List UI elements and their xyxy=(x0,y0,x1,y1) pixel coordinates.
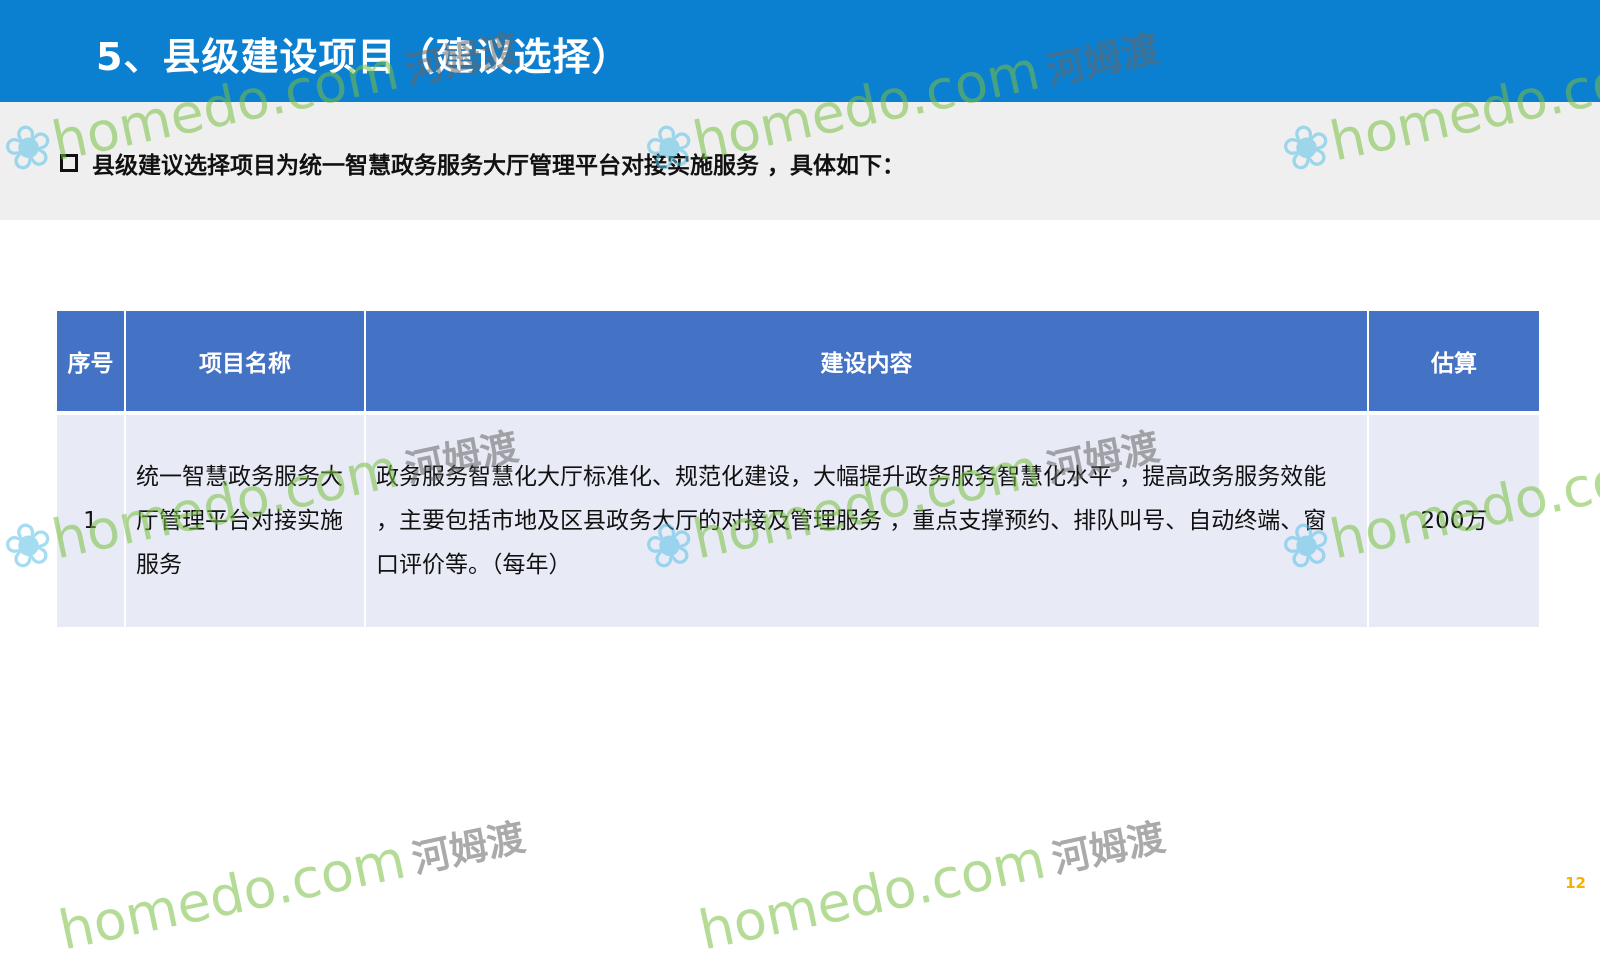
flower-logo-icon: ❀ xyxy=(0,506,61,586)
cell-content: 政务服务智慧化大厅标准化、规范化建设，大幅提升政务服务智慧化水平 ，提高政务服务… xyxy=(365,413,1369,627)
cell-index: 1 xyxy=(57,413,126,627)
watermark: homedo.com河姆渡 xyxy=(693,814,1169,962)
square-bullet-icon xyxy=(60,154,78,172)
title-bar: 5、县级建设项目（建议选择） xyxy=(0,0,1600,102)
table-header-row: 序号 项目名称 建设内容 估算 xyxy=(57,311,1539,415)
intro-text: 县级建议选择项目为统一智慧政务服务大厅管理平台对接实施服务 ，具体如下： xyxy=(92,153,906,179)
project-table: 序号 项目名称 建设内容 估算 1 统一智慧政务服务大厅管理平台对接实施服务 政… xyxy=(57,311,1539,627)
watermark: homedo.com河姆渡 xyxy=(53,814,529,962)
cell-estimate: 200万 xyxy=(1368,413,1539,627)
header-estimate: 估算 xyxy=(1368,311,1539,415)
page-title: 5、县级建设项目（建议选择） xyxy=(96,35,631,79)
cell-project-name: 统一智慧政务服务大厅管理平台对接实施服务 xyxy=(125,413,366,627)
header-index: 序号 xyxy=(57,311,126,415)
header-content: 建设内容 xyxy=(365,311,1369,415)
header-project-name: 项目名称 xyxy=(125,311,366,415)
table-row: 1 统一智慧政务服务大厅管理平台对接实施服务 政务服务智慧化大厅标准化、规范化建… xyxy=(57,413,1539,627)
page-number: 12 xyxy=(1565,874,1586,892)
